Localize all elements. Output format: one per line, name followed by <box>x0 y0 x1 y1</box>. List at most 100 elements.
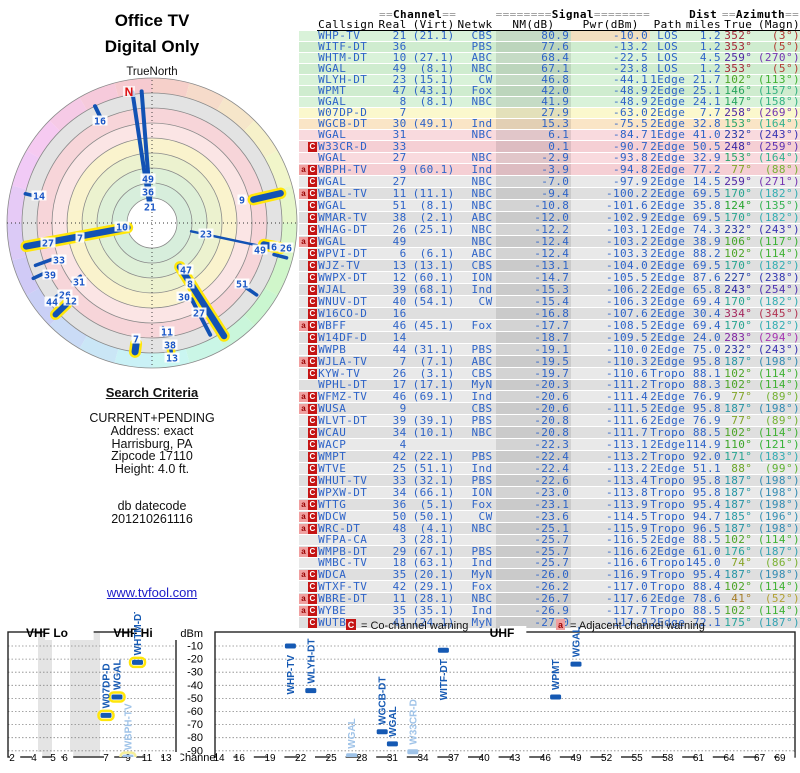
radar-channel-label: 27 <box>193 309 205 320</box>
network-cell: CBS <box>456 259 496 272</box>
power-cell: -97.9 <box>571 175 651 188</box>
magnetic-azimuth-cell: (243°) <box>753 129 800 141</box>
callsign-cell: W14DF-D <box>317 331 379 344</box>
true-azimuth-cell: 41° <box>721 592 754 605</box>
path-cell: Tropo <box>650 378 686 391</box>
magnetic-azimuth-cell: (271°) <box>753 175 800 188</box>
virtual-channel-cell: (66.1) <box>406 486 457 499</box>
power-cell: -100.2 <box>571 187 651 200</box>
power-cell: -108.5 <box>571 319 651 332</box>
path-cell: 2Edge <box>650 258 686 272</box>
real-channel-cell: 17 <box>378 379 407 391</box>
power-cell: -111.6 <box>571 414 651 427</box>
noise-margin-cell: -26.2 <box>495 580 572 593</box>
table-row: C WGAL 27 NBC -7.0 -97.9 2Edge 14.5 259° (271°) <box>299 175 800 188</box>
radar-channel-label: 26 <box>280 244 292 255</box>
callsign-cell: WGAL <box>317 235 379 248</box>
power-cell: -102.9 <box>571 211 651 224</box>
network-cell: MyN <box>456 568 496 581</box>
uhf-channel-tick: 19 <box>264 753 276 764</box>
warning-marker: C <box>299 140 318 153</box>
virtual-channel-cell: (45.1) <box>406 319 457 332</box>
station-label: WGAL <box>572 627 583 658</box>
table-row: C WLVT-DT 39 (39.1) PBS -20.8 -111.6 2Edge 76.9 7… <box>299 414 800 427</box>
vhf-channel-tick: 6 <box>62 753 68 764</box>
power-cell: -113.1 <box>571 438 651 451</box>
magnetic-azimuth-cell: (114°) <box>753 247 800 260</box>
path-cell: 2Edge <box>650 306 686 320</box>
cochannel-warning-icon: C <box>308 285 318 295</box>
true-azimuth-cell: 187° <box>721 568 754 581</box>
warning-marker: aC <box>299 402 318 415</box>
noise-margin-cell: -3.9 <box>495 163 572 176</box>
cochannel-warning-icon: C <box>308 582 318 592</box>
radar-channel-label: 9 <box>239 196 245 207</box>
power-cell: -113.2 <box>571 450 651 463</box>
real-channel-cell: 49 <box>378 235 407 248</box>
station-table: ==Channel== ========Signal======== Dist ==A… <box>299 9 800 628</box>
real-channel-cell: 40 <box>378 295 407 308</box>
warning-marker: aC <box>299 355 318 368</box>
distance-cell: 88.5 <box>685 426 721 439</box>
warning-marker: C <box>299 223 318 236</box>
radar-channel-label: 8 <box>187 280 193 291</box>
warning-marker: C <box>299 175 318 188</box>
virtual-channel-cell <box>406 307 457 320</box>
power-cell: -103.3 <box>571 247 651 260</box>
warning-marker: C <box>299 331 318 344</box>
callsign-cell: WPVI-DT <box>317 247 379 260</box>
station-bar <box>305 688 317 694</box>
callsign-cell: WTVE <box>317 462 379 475</box>
true-azimuth-cell: 187° <box>721 474 754 487</box>
station-label: W33CR-D <box>408 699 419 745</box>
dbm-tick-label: -60 <box>187 706 203 718</box>
true-azimuth-cell: 171° <box>721 450 754 463</box>
noise-margin-cell: -12.2 <box>495 223 572 236</box>
station-bar-group <box>284 643 296 649</box>
noise-margin-cell: -15.4 <box>495 295 572 308</box>
true-azimuth-cell: 102° <box>721 580 754 593</box>
network-cell: PBS <box>456 343 496 356</box>
cochannel-warning-icon: C <box>308 189 318 199</box>
true-azimuth-cell: 106° <box>721 235 754 248</box>
power-cell: -106.3 <box>571 295 651 308</box>
warning-marker <box>299 96 318 108</box>
noise-margin-cell: -23.0 <box>495 486 572 499</box>
warning-marker <box>299 118 318 130</box>
magnetic-azimuth-cell: (243°) <box>753 343 800 356</box>
cochannel-warning-icon: C <box>308 570 318 580</box>
power-cell: -116.6 <box>571 557 651 569</box>
warning-marker <box>299 129 318 141</box>
table-row: C WTXF-TV 42 (29.1) Fox -26.2 -117.0 Tropo 88.4 1… <box>299 580 800 593</box>
path-cell: 2Edge <box>650 246 686 260</box>
warning-marker <box>299 107 318 119</box>
tvfool-link[interactable]: www.tvfool.com <box>107 585 197 600</box>
station-bar-group <box>376 729 388 735</box>
network-cell: ION <box>456 486 496 499</box>
network-cell <box>456 331 496 344</box>
adjacent-warning-icon: a <box>299 392 309 402</box>
true-azimuth-cell: 227° <box>721 271 754 284</box>
noise-margin-cell: -20.8 <box>495 414 572 427</box>
table-row: a C WBFF 46 (45.1) Fox -17.7 -108.5 2Edge 69.4 170… <box>299 319 800 332</box>
table-row: C WJZ-TV 13 (13.1) CBS -13.1 -104.0 2Edge 69.5 17… <box>299 258 800 272</box>
report-title-line1: Office TV <box>114 11 190 30</box>
site-link-row: www.tvfool.com <box>0 584 304 602</box>
cochannel-warning-icon: C <box>308 512 318 522</box>
db-datecode-value: 201210261116 <box>111 511 193 526</box>
station-bar <box>132 659 143 665</box>
network-cell: NBC <box>456 187 496 200</box>
cochannel-warning-icon: C <box>308 297 318 307</box>
callsign-cell: WGAL <box>317 175 379 188</box>
vhf-channel-tick: 4 <box>31 753 37 764</box>
virtual-channel-cell: (51.1) <box>406 462 457 475</box>
true-azimuth-cell: 74° <box>721 557 754 569</box>
true-azimuth-cell: 102° <box>721 379 754 391</box>
table-row: C WMPT 42 (22.1) PBS -22.4 -113.2 Tropo 92.0 171°… <box>299 450 800 463</box>
callsign-cell: WPHL-DT <box>317 379 379 391</box>
network-cell: NBC <box>456 175 496 188</box>
power-cell: -111.7 <box>571 426 651 439</box>
magnetic-azimuth-cell: (89°) <box>753 414 800 427</box>
table-row: a C WDCW 50 (50.1) CW -23.6 -114.5 Tropo 94.7 185°… <box>299 510 800 523</box>
network-cell <box>456 307 496 320</box>
